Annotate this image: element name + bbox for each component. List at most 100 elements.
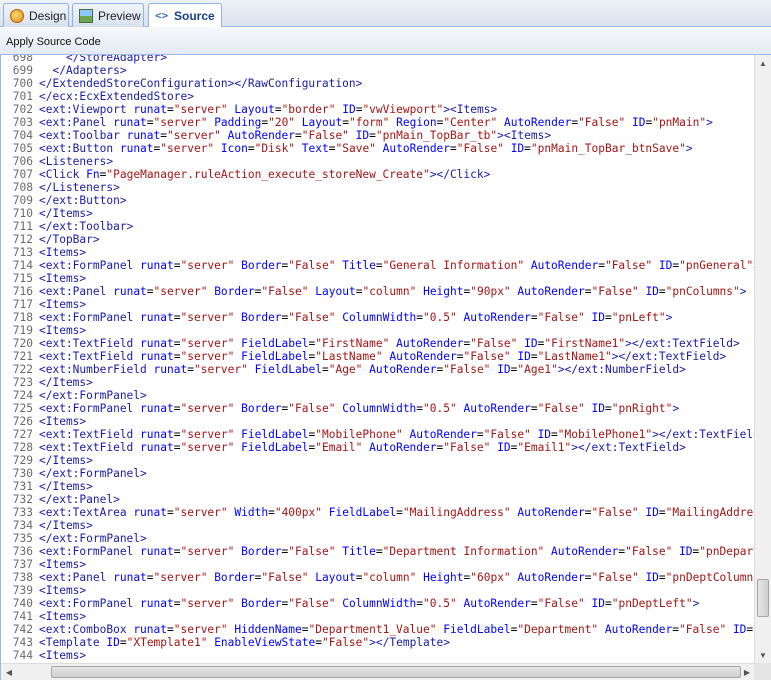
code-line[interactable]: </ext:FormPanel>	[39, 389, 751, 402]
line-number: 702	[12, 103, 33, 116]
code-line[interactable]: <ext:Toolbar runat="server" AutoRender="…	[39, 129, 751, 142]
scroll-up-icon[interactable]: ▲	[755, 55, 771, 71]
code-line[interactable]: <ext:TextField runat="server" FieldLabel…	[39, 337, 751, 350]
design-icon	[10, 8, 24, 23]
code-line[interactable]: <Items>	[39, 415, 751, 428]
code-line[interactable]: <ext:TextArea runat="server" Width="400p…	[39, 506, 771, 519]
line-number: 736	[12, 545, 33, 558]
line-number: 732	[12, 493, 33, 506]
line-number: 722	[12, 363, 33, 376]
code-line[interactable]: </Listeners>	[39, 181, 751, 194]
code-line[interactable]: <ext:FormPanel runat="server" Border="Fa…	[39, 597, 751, 610]
line-number: 714	[12, 259, 33, 272]
tab-bar: Design Preview <> Source	[0, 0, 771, 28]
code-line[interactable]: </ExtendedStoreConfiguration></RawConfig…	[39, 77, 751, 90]
code-line[interactable]: <ext:Panel runat="server" Padding="20" L…	[39, 116, 751, 129]
code-line[interactable]: </TopBar>	[39, 233, 751, 246]
line-number: 699	[12, 64, 33, 77]
line-number: 737	[12, 558, 33, 571]
horizontal-scroll-thumb[interactable]	[51, 666, 741, 678]
line-number: 721	[12, 350, 33, 363]
code-line[interactable]: <ext:FormPanel runat="server" Border="Fa…	[39, 259, 760, 272]
line-number: 739	[12, 584, 33, 597]
code-line[interactable]: <Click Fn="PageManager.ruleAction_execut…	[39, 168, 751, 181]
source-code-icon: <>	[155, 9, 169, 22]
line-number: 727	[12, 428, 33, 441]
apply-source-code-button[interactable]: Apply Source Code	[6, 36, 101, 48]
line-number: 741	[12, 610, 33, 623]
vertical-scrollbar[interactable]: ▲ ▼	[754, 55, 771, 663]
code-line[interactable]: <ext:Viewport runat="server" Layout="bor…	[39, 103, 751, 116]
code-line[interactable]: <Items>	[39, 324, 751, 337]
line-number: 716	[12, 285, 33, 298]
code-line[interactable]: <Items>	[39, 272, 751, 285]
code-area[interactable]: </StoreAdapter> </Adapters> </ExtendedSto…	[39, 55, 771, 662]
line-number: 707	[12, 168, 33, 181]
code-line[interactable]: <ext:TextField runat="server" FieldLabel…	[39, 441, 751, 454]
code-line[interactable]: </Adapters>	[39, 64, 751, 77]
code-line[interactable]: <Items>	[39, 649, 751, 662]
code-line[interactable]: <ext:ComboBox runat="server" HiddenName=…	[39, 623, 771, 636]
code-line[interactable]: </ecx:EcxExtendedStore>	[39, 90, 751, 103]
line-number: 723	[12, 376, 33, 389]
scroll-left-icon[interactable]: ◀	[1, 664, 17, 680]
code-line[interactable]: </ext:FormPanel>	[39, 467, 751, 480]
code-line[interactable]: </Items>	[39, 519, 751, 532]
code-line[interactable]: <ext:Panel runat="server" Border="False"…	[39, 571, 771, 584]
line-number: 744	[12, 649, 33, 662]
code-line[interactable]: <Items>	[39, 558, 751, 571]
code-line[interactable]: </ext:Toolbar>	[39, 220, 751, 233]
tab-source-label: Source	[174, 9, 215, 23]
vertical-scroll-thumb[interactable]	[757, 579, 769, 617]
horizontal-scrollbar[interactable]: ◀ ▶	[1, 663, 755, 680]
line-number: 725	[12, 402, 33, 415]
code-line[interactable]: </ext:Panel>	[39, 493, 751, 506]
scroll-right-icon[interactable]: ▶	[739, 664, 755, 680]
code-line[interactable]: <Items>	[39, 298, 751, 311]
tab-source[interactable]: <> Source	[148, 3, 222, 28]
line-number: 709	[12, 194, 33, 207]
tab-design[interactable]: Design	[3, 3, 69, 27]
line-number: 740	[12, 597, 33, 610]
code-line[interactable]: <Items>	[39, 610, 751, 623]
line-number: 733	[12, 506, 33, 519]
code-line[interactable]: </ext:FormPanel>	[39, 532, 751, 545]
line-number: 720	[12, 337, 33, 350]
line-number: 713	[12, 246, 33, 259]
line-number: 708	[12, 181, 33, 194]
source-editor[interactable]: 698 699 700 701 702 703 704 705 706 707 708 709 710 7…	[0, 55, 771, 680]
code-line[interactable]: <Listeners>	[39, 155, 751, 168]
code-line[interactable]: <Items>	[39, 584, 751, 597]
code-line[interactable]: <ext:FormPanel runat="server" Border="Fa…	[39, 402, 751, 415]
line-number: 700	[12, 77, 33, 90]
code-line[interactable]: </Items>	[39, 376, 751, 389]
tab-design-label: Design	[29, 8, 67, 23]
code-line[interactable]: </Items>	[39, 480, 751, 493]
code-line[interactable]: <Items>	[39, 246, 751, 259]
line-number: 728	[12, 441, 33, 454]
scrollbar-corner	[754, 663, 771, 680]
line-number: 698	[12, 55, 33, 64]
line-number: 724	[12, 389, 33, 402]
line-number: 734	[12, 519, 33, 532]
code-line[interactable]: </ext:Button>	[39, 194, 751, 207]
code-line[interactable]: <ext:FormPanel runat="server" Border="Fa…	[39, 545, 771, 558]
tab-preview[interactable]: Preview	[72, 3, 144, 27]
code-line[interactable]: </StoreAdapter>	[39, 55, 751, 64]
code-line[interactable]: <ext:Button runat="server" Icon="Disk" T…	[39, 142, 751, 155]
line-number: 715	[12, 272, 33, 285]
code-line[interactable]: <Template ID="XTemplate1" EnableViewStat…	[39, 636, 751, 649]
code-line[interactable]: </Items>	[39, 207, 751, 220]
scroll-down-icon[interactable]: ▼	[755, 647, 771, 663]
line-number: 705	[12, 142, 33, 155]
code-line[interactable]: <ext:NumberField runat="server" FieldLab…	[39, 363, 751, 376]
code-line[interactable]: <ext:TextField runat="server" FieldLabel…	[39, 428, 767, 441]
code-line[interactable]: <ext:Panel runat="server" Border="False"…	[39, 285, 751, 298]
line-number: 706	[12, 155, 33, 168]
line-number: 730	[12, 467, 33, 480]
code-line[interactable]: <ext:TextField runat="server" FieldLabel…	[39, 350, 751, 363]
code-line[interactable]: <ext:FormPanel runat="server" Border="Fa…	[39, 311, 751, 324]
line-number: 718	[12, 311, 33, 324]
line-number: 743	[12, 636, 33, 649]
code-line[interactable]: </Items>	[39, 454, 751, 467]
